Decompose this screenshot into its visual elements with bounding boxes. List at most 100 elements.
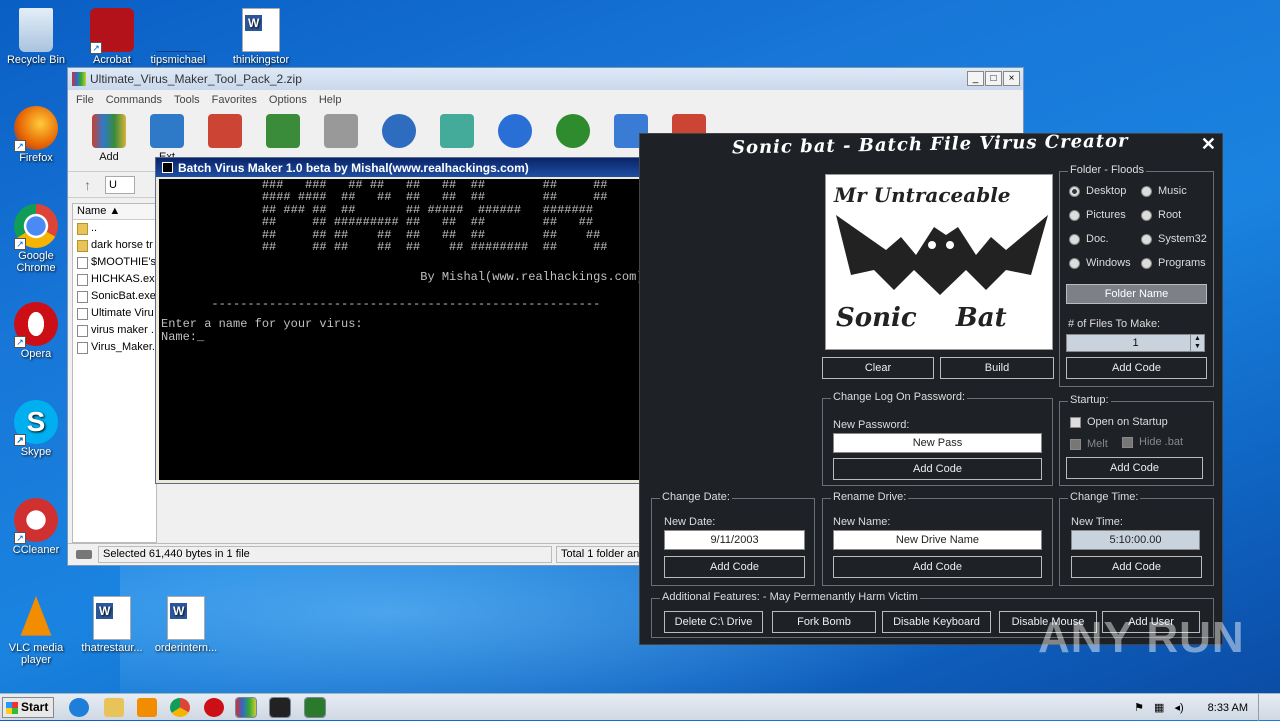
menu-tools[interactable]: Tools: [174, 94, 200, 106]
new-password-field[interactable]: New Pass: [833, 433, 1042, 453]
build-button[interactable]: Build: [940, 357, 1054, 379]
file-row[interactable]: virus maker .: [73, 322, 156, 339]
desktop-icon-chrome[interactable]: ↗ Google Chrome: [3, 204, 69, 274]
volume-tray-icon[interactable]: ◂): [1174, 701, 1183, 714]
toolbar-wizard-button[interactable]: [430, 114, 484, 151]
ie-icon[interactable]: [69, 698, 89, 717]
desktop-icon-thatrestaur[interactable]: Wthatrestaur...: [79, 596, 145, 654]
toolbar-virus-scan-button[interactable]: [546, 114, 600, 151]
radio-windows[interactable]: Windows: [1069, 257, 1131, 269]
file-row[interactable]: SonicBat.exe: [73, 288, 156, 305]
desktop-icon-tipsmichael[interactable]: tipsmichael: [145, 8, 211, 66]
file-row[interactable]: Ultimate Viru: [73, 305, 156, 322]
winrar-menu-bar: File Commands Tools Favorites Options He…: [68, 90, 1023, 110]
stepper-arrows-icon[interactable]: ▲ ▼: [1190, 335, 1204, 351]
menu-file[interactable]: File: [76, 94, 94, 106]
menu-favorites[interactable]: Favorites: [212, 94, 257, 106]
desktop-icon-vlc[interactable]: VLC media player: [3, 596, 69, 666]
radio-programs[interactable]: Programs: [1141, 257, 1206, 269]
desktop-icon-opera[interactable]: ↗ Opera: [3, 302, 69, 360]
file-row[interactable]: ..: [73, 220, 156, 237]
exe-file-icon: [77, 341, 88, 354]
radio-desktop[interactable]: Desktop: [1069, 185, 1126, 197]
desktop-icon-orderintern[interactable]: Worderintern...: [153, 596, 219, 654]
add-code-password-button[interactable]: Add Code: [833, 458, 1042, 480]
new-date-field[interactable]: 9/11/2003: [664, 530, 805, 550]
menu-help[interactable]: Help: [319, 94, 342, 106]
minimize-button[interactable]: _: [967, 71, 984, 86]
melt-checkbox[interactable]: Melt: [1070, 438, 1108, 450]
toolbar-add-button[interactable]: Add: [82, 114, 136, 163]
open-on-startup-checkbox[interactable]: Open on Startup: [1070, 416, 1168, 428]
toolbar-find-button[interactable]: [372, 114, 426, 151]
cmd-icon[interactable]: [304, 697, 326, 718]
desktop-icon-thinkingstor[interactable]: Wthinkingstor: [228, 8, 294, 66]
show-desktop-button[interactable]: [1258, 694, 1270, 721]
winrar-icon[interactable]: [235, 697, 257, 718]
file-row[interactable]: dark horse tr: [73, 237, 156, 254]
network-tray-icon[interactable]: ▦: [1154, 701, 1164, 714]
desktop-icon-recycle-bin[interactable]: Recycle Bin: [3, 8, 69, 66]
fork-bomb-button[interactable]: Fork Bomb: [772, 611, 876, 633]
toolbar-view-button[interactable]: [256, 114, 310, 151]
toolbar-info-button[interactable]: [488, 114, 542, 151]
column-name-header[interactable]: Name ▲: [73, 204, 156, 220]
toolbar-delete-button[interactable]: [314, 114, 368, 151]
radio-root[interactable]: Root: [1141, 209, 1181, 221]
media-player-icon[interactable]: [137, 698, 157, 717]
clock[interactable]: 8:33 AM: [1208, 702, 1248, 714]
winrar-file-list[interactable]: Name ▲ .. dark horse tr $MOOTHIE's HICHK…: [72, 203, 157, 543]
menu-options[interactable]: Options: [269, 94, 307, 106]
word-doc-icon: W: [242, 8, 280, 52]
sonic-bat-window[interactable]: Sonic bat - Batch File Virus Creator ✕ M…: [639, 131, 1223, 645]
explorer-icon[interactable]: [104, 698, 124, 717]
status-selected: Selected 61,440 bytes in 1 file: [98, 546, 552, 563]
toolbar-extract-button[interactable]: Ext: [140, 114, 194, 163]
add-code-drive-button[interactable]: Add Code: [833, 556, 1042, 578]
close-icon[interactable]: ✕: [1201, 134, 1216, 155]
cmd-icon: [162, 162, 173, 173]
maximize-button[interactable]: □: [985, 71, 1002, 86]
disable-keyboard-button[interactable]: Disable Keyboard: [882, 611, 991, 633]
close-button[interactable]: ×: [1003, 71, 1020, 86]
desktop-icon-acrobat[interactable]: ↗ Acrobat: [79, 8, 145, 66]
toolbar-test-button[interactable]: [198, 114, 252, 151]
flag-tray-icon[interactable]: ⚑: [1134, 701, 1144, 714]
opera-icon[interactable]: [204, 698, 224, 717]
add-code-date-button[interactable]: Add Code: [664, 556, 805, 578]
add-code-startup-button[interactable]: Add Code: [1066, 457, 1203, 479]
file-row[interactable]: Virus_Maker.: [73, 339, 156, 356]
delete-c-drive-button[interactable]: Delete C:\ Drive: [664, 611, 763, 633]
system-tray: ⚑ ▦ ◂) 8:33 AM: [1134, 694, 1280, 721]
hide-bat-checkbox[interactable]: Hide .bat: [1122, 436, 1183, 448]
chrome-icon[interactable]: [170, 698, 190, 717]
desktop-icon-ccleaner[interactable]: ↗ CCleaner: [3, 498, 69, 556]
clear-button[interactable]: Clear: [822, 357, 934, 379]
clipboard-icon: [208, 114, 242, 148]
new-time-field[interactable]: 5:10:00.00: [1071, 530, 1200, 550]
file-row[interactable]: $MOOTHIE's: [73, 254, 156, 271]
radio-pictures[interactable]: Pictures: [1069, 209, 1126, 221]
folder-name-button[interactable]: Folder Name: [1066, 284, 1207, 304]
desktop-icon-firefox[interactable]: ↗ Firefox: [3, 106, 69, 164]
exe-file-icon: [77, 256, 88, 269]
winrar-title-bar[interactable]: Ultimate_Virus_Maker_Tool_Pack_2.zip: [68, 68, 1023, 90]
file-row[interactable]: HICHKAS.ex: [73, 271, 156, 288]
menu-commands[interactable]: Commands: [106, 94, 162, 106]
radio-music[interactable]: Music: [1141, 185, 1187, 197]
up-arrow-icon[interactable]: ↑: [84, 177, 91, 193]
start-button[interactable]: Start: [2, 697, 54, 718]
radio-system32[interactable]: System32: [1141, 233, 1207, 245]
address-field[interactable]: U: [105, 175, 135, 194]
add-code-folder-button[interactable]: Add Code: [1066, 357, 1207, 379]
add-code-time-button[interactable]: Add Code: [1071, 556, 1202, 578]
sonicbat-icon[interactable]: [269, 697, 291, 718]
radio-doc[interactable]: Doc.: [1069, 233, 1109, 245]
folder-icon: [77, 222, 88, 235]
files-to-make-stepper[interactable]: 1 ▲ ▼: [1066, 334, 1205, 352]
anyrun-watermark: ANY RUN: [1038, 613, 1245, 662]
change-date-group: Change Date: New Date: 9/11/2003 Add Cod…: [651, 491, 815, 586]
desktop-icon-skype[interactable]: S ↗ Skype: [3, 400, 69, 458]
new-drive-name-field[interactable]: New Drive Name: [833, 530, 1042, 550]
startup-group: Startup: Open on Startup Melt Hide .bat …: [1059, 394, 1214, 486]
